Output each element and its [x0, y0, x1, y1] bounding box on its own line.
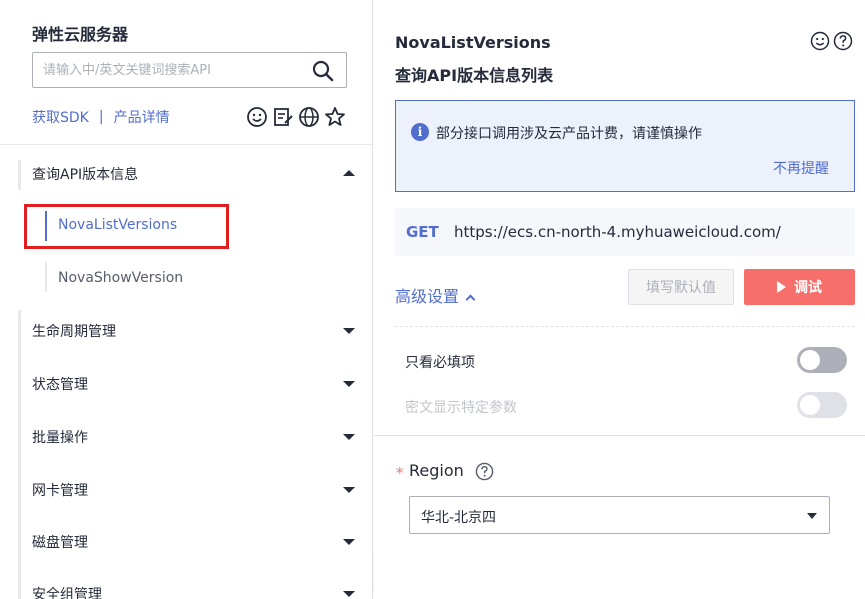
region-label: Region: [409, 461, 464, 480]
header-icons: [810, 31, 853, 51]
nav-sub-line: [45, 262, 47, 292]
help-icon[interactable]: [475, 462, 494, 481]
nav-group-batch[interactable]: 批量操作: [32, 427, 88, 447]
sidebar-divider: [0, 144, 372, 145]
nav-group-disk[interactable]: 磁盘管理: [32, 532, 88, 552]
section-divider: [374, 435, 865, 436]
request-url: https://ecs.cn-north-4.myhuaweicloud.com…: [454, 223, 781, 241]
nav-group-bar: [18, 310, 21, 599]
advanced-settings-label: 高级设置: [395, 287, 460, 306]
nav-group-security-group[interactable]: 安全组管理: [32, 584, 102, 599]
required-only-toggle[interactable]: [797, 347, 847, 373]
billing-notice: i 部分接口调用涉及云产品计费，请谨慎操作 不再提醒: [395, 100, 855, 192]
notice-text: 部分接口调用涉及云产品计费，请谨慎操作: [436, 126, 702, 142]
chevron-down-icon[interactable]: [343, 434, 355, 440]
chevron-down-icon[interactable]: [343, 328, 355, 334]
required-mark: *: [396, 464, 404, 482]
chevron-down-icon[interactable]: [343, 539, 355, 545]
api-name: NovaListVersions: [395, 33, 551, 52]
advanced-settings-toggle[interactable]: 高级设置: [395, 283, 476, 307]
masked-params-toggle[interactable]: [797, 392, 847, 418]
http-method: GET: [406, 223, 439, 241]
link-separator: |: [98, 109, 104, 125]
smile-icon[interactable]: [810, 31, 830, 51]
feedback-icon[interactable]: [272, 106, 294, 128]
region-select-value: 华北-北京四: [421, 510, 497, 526]
star-icon[interactable]: [324, 106, 346, 128]
api-sidebar: 弹性云服务器 获取SDK | 产品详情 查询API版本信息 NovaListVe…: [0, 0, 373, 599]
search-icon[interactable]: [312, 60, 334, 82]
sidebar-tool-icons: [246, 106, 346, 128]
debug-button[interactable]: 调试: [744, 269, 855, 305]
request-url-box: GET https://ecs.cn-north-4.myhuaweicloud…: [395, 208, 855, 256]
nav-group-query-api-version[interactable]: 查询API版本信息: [32, 164, 138, 184]
nav-item-nova-show-version[interactable]: NovaShowVersion: [58, 270, 183, 286]
required-only-label: 只看必填项: [405, 355, 475, 371]
get-sdk-link[interactable]: 获取SDK: [32, 107, 89, 127]
nav-group-bar: [18, 160, 21, 190]
info-icon: i: [411, 123, 429, 141]
api-description: 查询API版本信息列表: [395, 66, 554, 85]
region-select[interactable]: 华北-北京四: [409, 496, 830, 534]
chevron-down-icon: [807, 513, 817, 519]
toggle-knob: [800, 395, 820, 415]
highlight-box: [24, 204, 229, 249]
sidebar-links: 获取SDK | 产品详情: [32, 107, 170, 127]
nav-group-status[interactable]: 状态管理: [32, 374, 88, 394]
masked-params-label: 密文显示特定参数: [405, 400, 517, 416]
globe-icon[interactable]: [298, 106, 320, 128]
chevron-down-icon[interactable]: [343, 381, 355, 387]
product-details-link[interactable]: 产品详情: [114, 107, 170, 127]
play-icon: [777, 281, 786, 293]
chevron-up-icon: [465, 294, 476, 305]
help-icon[interactable]: [833, 31, 853, 51]
dashed-divider: [395, 326, 855, 327]
chevron-down-icon[interactable]: [343, 591, 355, 597]
chevron-up-icon[interactable]: [343, 170, 355, 176]
chevron-down-icon[interactable]: [343, 487, 355, 493]
api-search-input[interactable]: [43, 53, 298, 87]
debug-button-label: 调试: [794, 280, 822, 296]
smile-icon[interactable]: [246, 106, 268, 128]
nav-group-nic[interactable]: 网卡管理: [32, 480, 88, 500]
service-title: 弹性云服务器: [32, 25, 129, 44]
fill-default-button[interactable]: 填写默认值: [628, 269, 734, 305]
dismiss-notice-link[interactable]: 不再提醒: [773, 158, 829, 178]
api-search-box: [32, 52, 347, 88]
toggle-knob: [800, 350, 820, 370]
nav-group-lifecycle[interactable]: 生命周期管理: [32, 321, 116, 341]
api-debug-panel: NovaListVersions 查询API版本信息列表 i 部分接口调用涉及云…: [374, 0, 865, 599]
